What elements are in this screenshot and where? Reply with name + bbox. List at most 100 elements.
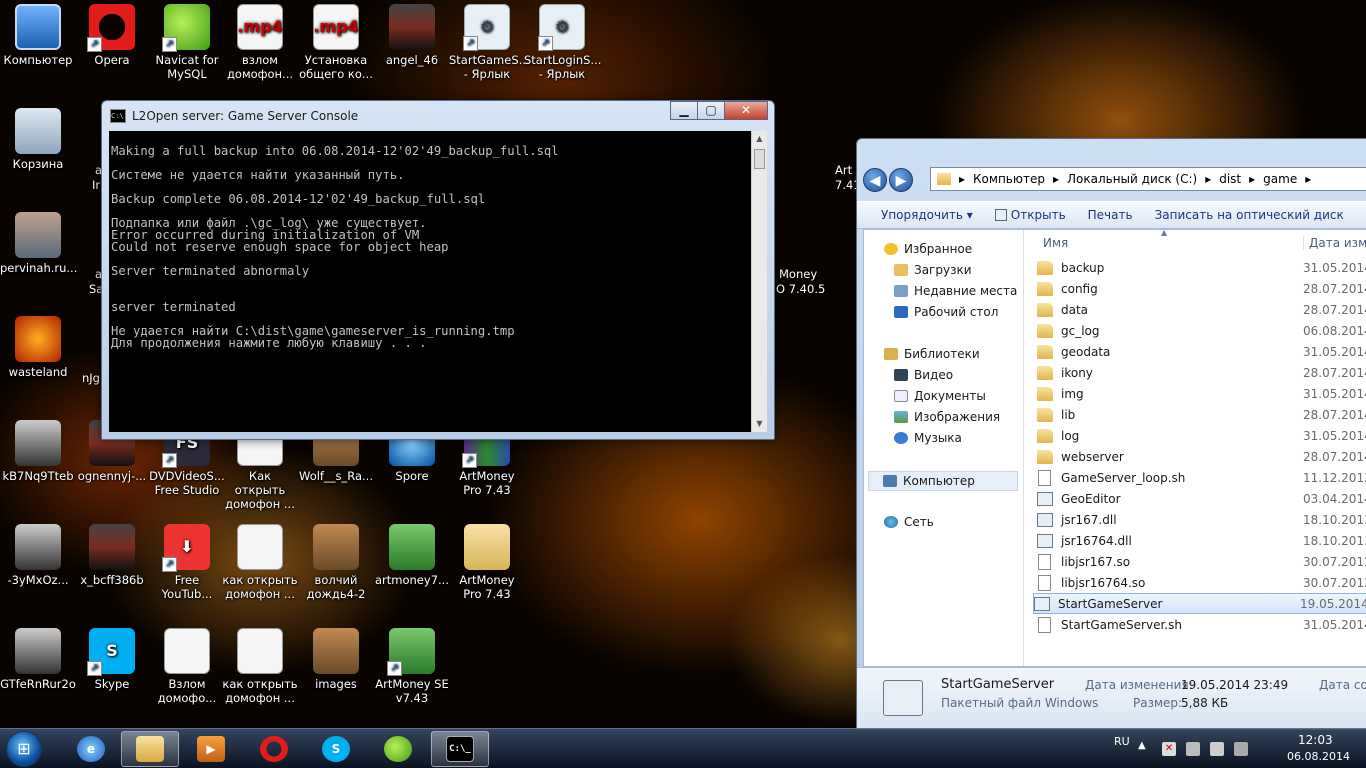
file-row[interactable]: GeoEditor 03.04.2014 22 xyxy=(1037,488,1366,509)
nav-desktop[interactable]: Рабочий стол xyxy=(894,305,998,319)
clock-date[interactable]: 06.08.2014 xyxy=(1287,750,1350,763)
console-output[interactable]: Making a full backup into 06.08.2014-12'… xyxy=(109,131,751,432)
forward-arrow-icon[interactable]: ▶ xyxy=(889,168,913,192)
nav-video[interactable]: Видео xyxy=(894,368,953,382)
taskbar-navicat[interactable] xyxy=(369,731,427,767)
taskbar-opera[interactable] xyxy=(245,731,303,767)
clock-time[interactable]: 12:03 xyxy=(1298,733,1333,747)
desktop-icon[interactable]: ⚙StartLoginS... - Ярлык xyxy=(524,4,601,81)
file-row[interactable]: config 28.07.2014 10 xyxy=(1037,278,1366,299)
nav-recent[interactable]: Недавние места xyxy=(894,284,1017,298)
back-arrow-icon[interactable]: ◀ xyxy=(863,168,887,192)
address-bar[interactable]: ▸ Компьютер ▸ Локальный диск (C:) ▸ dist… xyxy=(930,167,1366,191)
file-name: geodata xyxy=(1061,344,1111,359)
minimize-button[interactable]: ▁ xyxy=(670,101,698,120)
explorer-window[interactable]: ◀ ▶ ▸ Компьютер ▸ Локальный диск (C:) ▸ … xyxy=(856,138,1366,730)
console-title: L2Open server: Game Server Console xyxy=(132,109,359,123)
volume-icon[interactable] xyxy=(1210,742,1224,756)
file-row[interactable]: lib 28.07.2014 10 xyxy=(1037,404,1366,425)
file-row[interactable]: StartGameServer.sh 31.05.2014 12 xyxy=(1037,614,1366,635)
desktop-icon[interactable]: Opera xyxy=(74,4,150,67)
file-row[interactable]: webserver 28.07.2014 10 xyxy=(1037,446,1366,467)
print-button[interactable]: Печать xyxy=(1088,208,1133,222)
network-icon[interactable] xyxy=(1186,742,1200,756)
console-window[interactable]: C:\ L2Open server: Game Server Console ▁… xyxy=(101,100,775,440)
desktop-icon[interactable]: как открыть домофон ... xyxy=(222,628,298,705)
scroll-down-arrow-icon[interactable]: ▼ xyxy=(752,416,767,432)
nav-downloads[interactable]: Загрузки xyxy=(894,263,972,277)
taskbar-ie[interactable]: e xyxy=(62,731,120,767)
desktop-icon[interactable]: Navicat for MySQL xyxy=(149,4,225,81)
nav-documents[interactable]: Документы xyxy=(894,389,986,403)
desktop-icon[interactable]: Компьютер xyxy=(0,4,76,67)
console-scrollbar[interactable]: ▲ ▼ xyxy=(751,131,767,432)
language-indicator[interactable]: RU xyxy=(1114,735,1130,748)
desktop-icon[interactable]: Корзина xyxy=(0,108,76,171)
desktop-icon[interactable]: GTfeRnRur2o xyxy=(0,628,76,691)
breadcrumb-item[interactable]: Локальный диск (C:) xyxy=(1067,172,1197,186)
column-name-header[interactable]: Имя xyxy=(1043,236,1068,250)
scroll-thumb[interactable] xyxy=(754,149,765,169)
desktop-icon[interactable]: Взлом домофо... xyxy=(149,628,225,705)
file-row[interactable]: geodata 31.05.2014 12 xyxy=(1037,341,1366,362)
desktop-icon[interactable]: .mp4 взлом домофон... xyxy=(222,4,298,81)
recycle-bin-icon xyxy=(15,108,61,154)
scroll-up-arrow-icon[interactable]: ▲ xyxy=(752,131,767,147)
desktop-icon[interactable]: волчий дождь4-2 xyxy=(298,524,374,601)
column-date-header[interactable]: Дата измене xyxy=(1303,236,1366,250)
file-row[interactable]: backup 31.05.2014 12 xyxy=(1037,257,1366,278)
file-row[interactable]: jsr167.dll 18.10.2013 22 xyxy=(1037,509,1366,530)
taskbar-skype[interactable]: S xyxy=(307,731,365,767)
taskbar-explorer[interactable] xyxy=(121,731,179,767)
file-list: Имя ▲ Дата измене backup 31.05.2014 12 con… xyxy=(1025,228,1366,666)
desktop-icon[interactable]: .mp4 Установка общего ко... xyxy=(298,4,374,81)
open-label: Открыть xyxy=(1010,208,1066,222)
tray-expand-icon[interactable]: ▲ xyxy=(1138,740,1146,751)
desktop-icon[interactable]: ⬇Free YouTub... xyxy=(149,524,225,601)
organize-button[interactable]: Упорядочить ▾ xyxy=(881,208,973,222)
breadcrumb-item[interactable]: game xyxy=(1263,172,1297,186)
desktop-icon[interactable]: -3yMxOz... xyxy=(0,524,76,587)
nav-computer[interactable]: Компьютер xyxy=(868,471,1018,491)
usb-icon[interactable] xyxy=(1234,742,1248,756)
desktop-icon[interactable]: ⚙StartGameS... - Ярлык xyxy=(449,4,530,81)
nav-network[interactable]: Сеть xyxy=(884,515,934,529)
desktop-icon[interactable]: как открыть домофон ... xyxy=(222,524,298,601)
desktop-icon[interactable]: pervinah.ru... xyxy=(0,212,77,275)
taskbar-console[interactable]: C:\_ xyxy=(431,731,489,767)
desktop-icon[interactable]: ArtMoney SE v7.43 xyxy=(374,628,450,705)
file-row[interactable]: libjsr16764.so 30.07.2012 22 xyxy=(1037,572,1366,593)
file-row[interactable]: jsr16764.dll 18.10.2013 22 xyxy=(1037,530,1366,551)
artmoney-icon xyxy=(387,628,435,676)
desktop-icon[interactable]: images xyxy=(298,628,374,691)
burn-disc-button[interactable]: Записать на оптический диск xyxy=(1155,208,1344,222)
desktop-icon[interactable]: SSkype xyxy=(74,628,150,691)
file-row[interactable]: gc_log 06.08.2014 12 xyxy=(1037,320,1366,341)
desktop-icon[interactable]: ArtMoney Pro 7.43 xyxy=(449,524,525,601)
file-row[interactable]: img 31.05.2014 12 xyxy=(1037,383,1366,404)
desktop-icon[interactable]: x_bcff386b xyxy=(74,524,150,587)
desktop-icon[interactable]: kB7Nq9Tteb xyxy=(0,420,76,483)
breadcrumb-item[interactable]: dist xyxy=(1219,172,1241,186)
maximize-button[interactable]: ▢ xyxy=(697,101,725,120)
breadcrumb-item[interactable]: Компьютер xyxy=(973,172,1045,186)
nav-pictures[interactable]: Изображения xyxy=(894,410,1000,424)
action-center-icon[interactable]: ✕ xyxy=(1162,742,1176,756)
start-button[interactable]: ⊞ xyxy=(6,731,42,767)
desktop-icon[interactable]: artmoney7... xyxy=(374,524,450,587)
nav-music[interactable]: Музыка xyxy=(894,431,962,445)
desktop-icon[interactable]: wasteland xyxy=(0,316,76,379)
nav-libraries[interactable]: Библиотеки xyxy=(884,347,980,361)
file-row[interactable]: GameServer_loop.sh 11.12.2013 0 xyxy=(1037,467,1366,488)
file-row[interactable]: libjsr167.so 30.07.2012 22 xyxy=(1037,551,1366,572)
taskbar-media-player[interactable]: ▶ xyxy=(182,731,240,767)
file-row[interactable]: log 31.05.2014 12 xyxy=(1037,425,1366,446)
navigation-pane: Избранное Загрузки Недавние места Рабочи… xyxy=(864,230,1024,666)
desktop-icon[interactable]: angel_46 xyxy=(374,4,450,67)
file-row[interactable]: StartGameServer 19.05.2014 23 xyxy=(1033,593,1366,614)
close-button[interactable]: ✕ xyxy=(724,101,768,120)
open-button[interactable]: Открыть xyxy=(994,208,1066,222)
file-row[interactable]: data 28.07.2014 10 xyxy=(1037,299,1366,320)
file-row[interactable]: ikony 28.07.2014 10 xyxy=(1037,362,1366,383)
nav-favorites[interactable]: Избранное xyxy=(884,242,972,256)
